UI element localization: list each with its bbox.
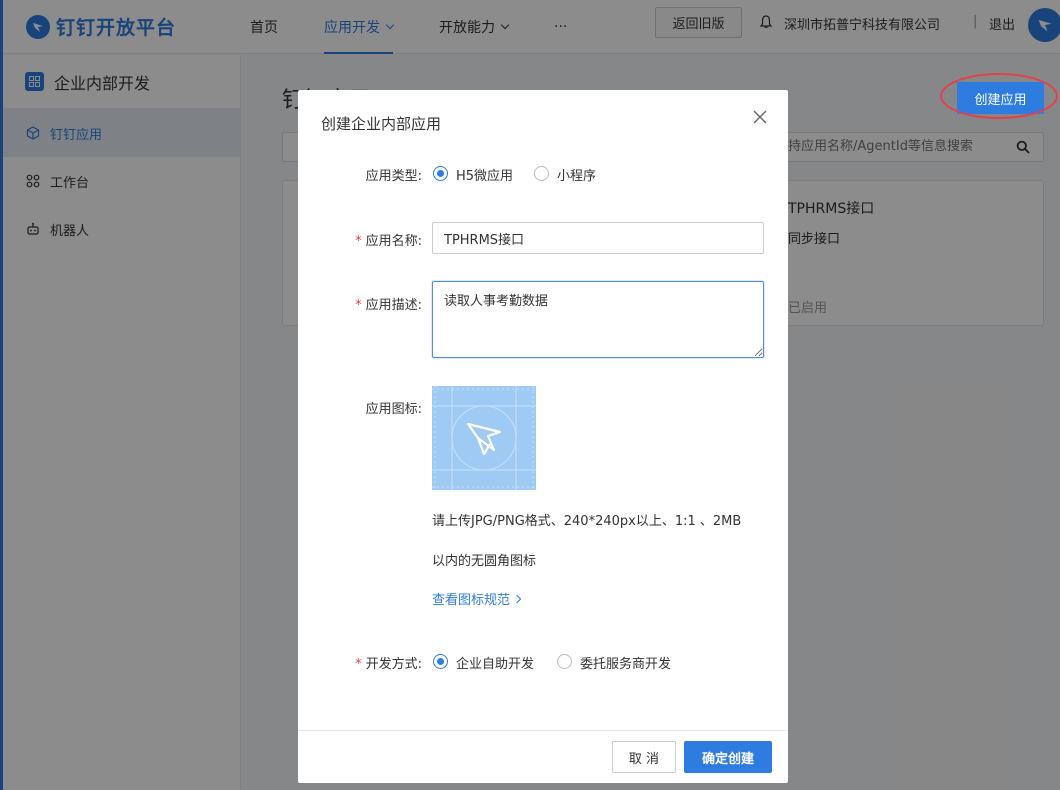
- icon-hint-line1: 请上传JPG/PNG格式、240*240px以上、1:1 、2MB: [432, 514, 742, 529]
- app-icon-upload[interactable]: [432, 386, 536, 490]
- radio-mini-program-label[interactable]: 小程序: [557, 165, 596, 184]
- dev-mode-label-text: 开发方式:: [365, 657, 422, 672]
- icon-hint-line2: 以内的无圆角图标: [432, 554, 537, 569]
- app-name-input[interactable]: [432, 222, 764, 254]
- radio-mini-program[interactable]: [534, 166, 549, 181]
- modal-footer: 取 消 确定创建: [298, 730, 788, 783]
- radio-provider-dev-label[interactable]: 委托服务商开发: [580, 653, 671, 672]
- icon-spec-link-label: 查看图标规范: [432, 593, 511, 608]
- icon-placeholder-icon: [432, 386, 536, 490]
- app-type-label-text: 应用类型:: [365, 169, 422, 184]
- confirm-create-button[interactable]: 确定创建: [684, 741, 772, 773]
- required-mark: *: [355, 298, 362, 313]
- icon-spec-link[interactable]: 查看图标规范: [432, 589, 522, 608]
- annotation-ellipse: [940, 73, 1058, 119]
- app-desc-textarea[interactable]: 读取人事考勤数据: [432, 281, 764, 358]
- required-mark: *: [355, 657, 362, 672]
- radio-provider-dev[interactable]: [557, 654, 572, 669]
- app-name-label-text: 应用名称:: [365, 234, 422, 249]
- radio-self-dev[interactable]: [433, 654, 448, 669]
- cancel-button[interactable]: 取 消: [612, 741, 676, 773]
- close-icon[interactable]: [751, 108, 769, 126]
- radio-h5-app-label[interactable]: H5微应用: [456, 165, 513, 184]
- radio-h5-app[interactable]: [433, 166, 448, 181]
- dev-mode-label: * 开发方式:: [322, 653, 422, 672]
- required-mark: *: [355, 234, 362, 249]
- modal-title: 创建企业内部应用: [321, 115, 442, 133]
- app-type-label: 应用类型:: [322, 165, 422, 184]
- app-icon-label: 应用图标:: [322, 398, 422, 417]
- app-name-label: * 应用名称:: [322, 230, 422, 249]
- create-app-modal: 创建企业内部应用 应用类型: H5微应用 小程序 *应用名称: *应用描述: 读…: [298, 90, 788, 783]
- app-desc-label: * 应用描述:: [322, 294, 422, 313]
- radio-self-dev-label[interactable]: 企业自助开发: [456, 653, 534, 672]
- app-desc-label-text: 应用描述:: [365, 298, 422, 313]
- app-icon-label-text: 应用图标:: [365, 402, 422, 417]
- chevron-right-icon: [512, 594, 522, 603]
